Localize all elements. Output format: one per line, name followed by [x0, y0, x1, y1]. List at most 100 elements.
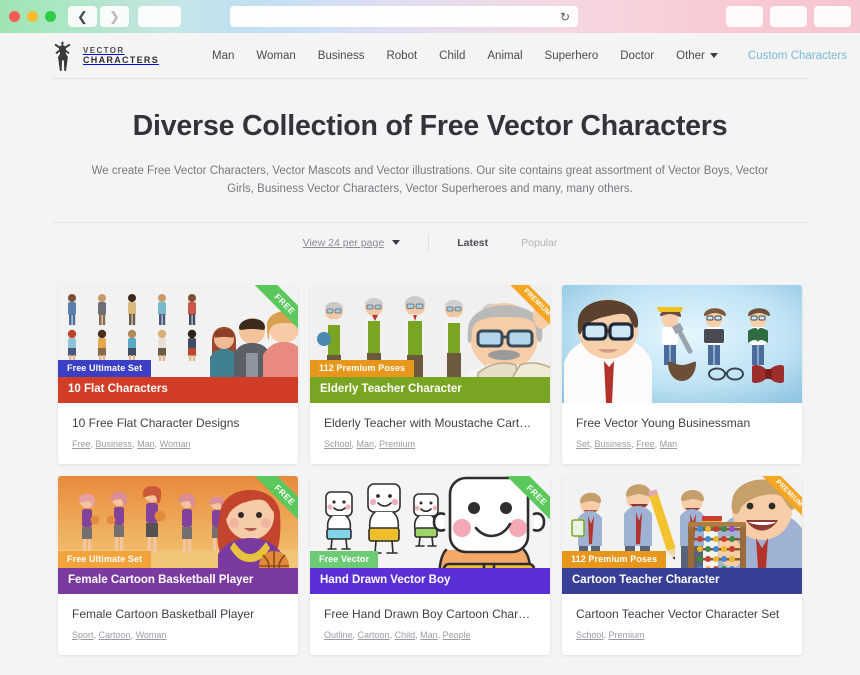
card-title: 10 Free Flat Character Designs	[72, 416, 240, 431]
card-thumbnail[interactable]: FREE Free Ultimate Set 10 Flat Character…	[58, 285, 298, 404]
card-tag-link[interactable]: Free	[636, 439, 655, 449]
chevron-down-icon	[392, 240, 401, 246]
card-meta: Free Hand Drawn Boy Cartoon Charac… Outl…	[310, 594, 550, 655]
card-tag-link[interactable]: Business	[595, 439, 632, 449]
nav-item-business[interactable]: Business	[318, 50, 365, 62]
character-card[interactable]: FREE Free Ultimate Set Female Cartoon Ba…	[58, 476, 298, 656]
card-bar-title: Hand Drawn Vector Boy	[310, 568, 550, 595]
card-tag-link[interactable]: Cartoon	[358, 630, 390, 640]
toolbar-button-3[interactable]	[770, 6, 807, 27]
browser-chrome: ❮ ❯ ↻	[0, 0, 860, 33]
card-meta: 10 Free Flat Character Designs Free, Bus…	[58, 403, 298, 464]
card-bar-title: Elderly Teacher Character	[310, 377, 550, 404]
address-bar[interactable]: ↻	[230, 6, 578, 27]
card-meta: Female Cartoon Basketball Player Sport, …	[58, 594, 298, 655]
card-overlay: Free Ultimate Set Female Cartoon Basketb…	[58, 549, 298, 595]
nav-item-custom-characters[interactable]: Custom Characters	[748, 50, 847, 62]
toolbar-button-4[interactable]	[814, 6, 851, 27]
character-card[interactable]: FREE Free Vector Hand Drawn Vector Boy F…	[310, 476, 550, 656]
forward-button[interactable]: ❯	[100, 6, 129, 27]
vector-character-logo-icon	[54, 41, 71, 71]
nav-item-animal[interactable]: Animal	[487, 50, 522, 62]
card-tag-link[interactable]: Business	[96, 439, 133, 449]
nav-item-superhero[interactable]: Superhero	[545, 50, 599, 62]
card-tags: Outline, Cartoon, Child, Man, People	[324, 630, 471, 641]
card-thumbnail[interactable]: FREE Free Ultimate Set Female Cartoon Ba…	[58, 476, 298, 595]
card-tag-link[interactable]: Man	[357, 439, 375, 449]
toolbar-button-2[interactable]	[726, 6, 763, 27]
card-tags: Set, Business, Free, Man	[576, 439, 678, 450]
card-tag-link[interactable]: Cartoon	[99, 630, 131, 640]
card-tag-link[interactable]: School	[576, 630, 604, 640]
character-card[interactable]: PREMIUM 112 Premium Poses Cartoon Teache…	[562, 476, 802, 656]
window-traffic-lights	[9, 11, 56, 22]
card-tag-link[interactable]: Woman	[160, 439, 191, 449]
chevron-right-icon: ❯	[109, 9, 120, 24]
toolbar-button-1[interactable]	[138, 6, 181, 27]
character-card[interactable]: PREMIUM 112 Premium Poses Elderly Teache…	[310, 285, 550, 465]
card-thumbnail[interactable]	[562, 285, 802, 404]
card-tag-link[interactable]: Man	[660, 439, 678, 449]
back-button[interactable]: ❮	[68, 6, 97, 27]
filter-bar-wrapper: View 24 per page Latest Popular	[52, 222, 808, 262]
filter-bar: View 24 per page Latest Popular	[52, 223, 808, 262]
card-thumbnail[interactable]: PREMIUM 112 Premium Poses Elderly Teache…	[310, 285, 550, 404]
minimize-window-button[interactable]	[27, 11, 38, 22]
card-tag-link[interactable]: Premium	[379, 439, 415, 449]
card-title: Cartoon Teacher Vector Character Set	[576, 607, 780, 622]
card-tag-link[interactable]: Outline	[324, 630, 353, 640]
nav-item-man[interactable]: Man	[212, 50, 234, 62]
nav-item-doctor[interactable]: Doctor	[620, 50, 654, 62]
card-thumbnail[interactable]: PREMIUM 112 Premium Poses Cartoon Teache…	[562, 476, 802, 595]
card-title: Female Cartoon Basketball Player	[72, 607, 255, 622]
card-tag-link[interactable]: Man	[137, 439, 155, 449]
card-tag-link[interactable]: Sport	[72, 630, 94, 640]
card-tags: Sport, Cartoon, Woman	[72, 630, 167, 641]
card-tag-link[interactable]: Child	[395, 630, 416, 640]
nav-item-robot[interactable]: Robot	[386, 50, 417, 62]
nav-item-other-label: Other	[676, 49, 705, 62]
per-page-dropdown[interactable]: View 24 per page	[303, 237, 401, 249]
card-tag-link[interactable]: Set	[576, 439, 590, 449]
nav-item-child[interactable]: Child	[439, 50, 465, 62]
card-overlay: Free Vector Hand Drawn Vector Boy	[310, 549, 550, 595]
page-title: Diverse Collection of Free Vector Charac…	[132, 110, 728, 142]
sort-popular-link[interactable]: Popular	[521, 237, 557, 249]
card-meta: Free Vector Young Businessman Set, Busin…	[562, 403, 802, 464]
card-tag-link[interactable]: School	[324, 439, 352, 449]
character-card[interactable]: FREE Free Ultimate Set 10 Flat Character…	[58, 285, 298, 465]
card-tags: School, Man, Premium	[324, 439, 416, 450]
filter-divider	[428, 234, 430, 252]
nav-item-other[interactable]: Other	[676, 50, 718, 62]
card-title: Elderly Teacher with Moustache Carto…	[324, 416, 536, 431]
card-tags: School, Premium	[576, 630, 645, 641]
card-title: Free Hand Drawn Boy Cartoon Charac…	[324, 607, 536, 622]
maximize-window-button[interactable]	[45, 11, 56, 22]
card-badge: Free Ultimate Set	[58, 551, 152, 569]
reload-icon[interactable]: ↻	[560, 11, 570, 23]
character-card-grid: FREE Free Ultimate Set 10 Flat Character…	[0, 262, 860, 656]
card-bar-title: Cartoon Teacher Character	[562, 568, 802, 595]
card-thumbnail[interactable]: FREE Free Vector Hand Drawn Vector Boy	[310, 476, 550, 595]
card-tag-link[interactable]: Free	[72, 439, 91, 449]
card-tag-link[interactable]: Premium	[609, 630, 645, 640]
young-businessman-artwork	[562, 285, 802, 404]
card-tag-link[interactable]: Woman	[136, 630, 167, 640]
card-title: Free Vector Young Businessman	[576, 416, 751, 431]
card-meta: Cartoon Teacher Vector Character Set Sch…	[562, 594, 802, 655]
close-window-button[interactable]	[9, 11, 20, 22]
card-badge: 112 Premium Poses	[310, 360, 415, 378]
card-badge: 112 Premium Poses	[562, 551, 667, 569]
nav-item-woman[interactable]: Woman	[256, 50, 295, 62]
character-card[interactable]: Free Vector Young Businessman Set, Busin…	[562, 285, 802, 465]
site-header: VECTOR CHARACTERS Man Woman Business Rob…	[0, 33, 860, 78]
card-overlay: 112 Premium Poses Elderly Teacher Charac…	[310, 358, 550, 404]
chevron-down-icon	[709, 53, 718, 58]
card-tag-link[interactable]: Man	[420, 630, 438, 640]
card-overlay: Free Ultimate Set 10 Flat Characters	[58, 358, 298, 404]
sort-latest-link[interactable]: Latest	[457, 237, 488, 249]
site-logo[interactable]: VECTOR CHARACTERS	[52, 41, 159, 71]
page-content: VECTOR CHARACTERS Man Woman Business Rob…	[0, 33, 860, 675]
chevron-left-icon: ❮	[77, 9, 88, 24]
card-tag-link[interactable]: People	[443, 630, 471, 640]
